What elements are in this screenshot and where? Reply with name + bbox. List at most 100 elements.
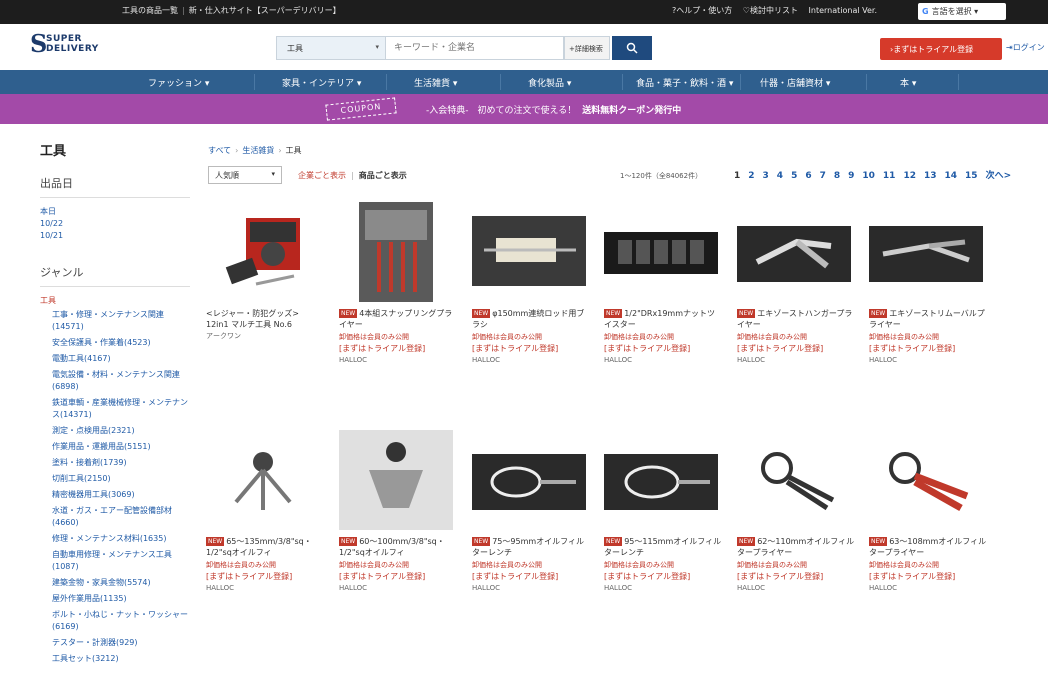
genre-link[interactable]: ボルト・小ねじ・ナット・ワッシャー(6169) [40, 609, 190, 633]
genre-link[interactable]: 作業用品・運搬用品(5151) [40, 441, 190, 453]
next-page-link[interactable]: 次へ> [986, 171, 1012, 181]
product-title[interactable]: NEW 75～95mmオイルフィルターレンチ [472, 536, 590, 558]
page-link[interactable]: 12 [903, 171, 916, 181]
product-title[interactable]: <レジャー・防犯グッズ> 12in1 マルチ工具 No.6 [206, 308, 324, 330]
product-image[interactable] [737, 430, 851, 530]
shop-name[interactable]: HALLOC [604, 583, 722, 594]
genre-link[interactable]: 工事・修理・メンテナンス関連(14571) [40, 309, 190, 333]
genre-link[interactable]: 屋外作業用品(1135) [40, 593, 190, 605]
nav-item-cosmetics[interactable]: 食化製品 ▾ [528, 76, 571, 89]
shop-name[interactable]: HALLOC [869, 583, 987, 594]
language-selector[interactable]: G 言語を選択 ▾ [918, 3, 1006, 20]
nav-item-furniture[interactable]: 家具・インテリア ▾ [282, 76, 361, 89]
product-title[interactable]: NEW エキゾーストリムーバルプライヤー [869, 308, 987, 330]
genre-link[interactable]: 安全保護具・作業着(4523) [40, 337, 190, 349]
product-image[interactable] [604, 202, 718, 302]
wishlist-link[interactable]: ♡検討中リスト [743, 5, 798, 16]
product-card[interactable]: NEW 95～115mmオイルフィルターレンチ 卸価格は会員のみ公開 [まずはトライア… [604, 430, 722, 594]
nav-item-fashion[interactable]: ファッション ▾ [148, 76, 209, 89]
page-link[interactable]: 15 [965, 171, 978, 181]
top-link-tools-list[interactable]: 工具の商品一覧 [122, 5, 178, 16]
trial-register-link[interactable]: [まずはトライアル登録] [737, 571, 855, 582]
help-link[interactable]: ?ヘルプ・使い方 [672, 5, 732, 16]
view-by-product-link[interactable]: 商品ごと表示 [359, 171, 407, 180]
date-filter-item[interactable]: 10/21 [40, 230, 190, 242]
search-button[interactable] [612, 36, 652, 60]
product-image[interactable] [869, 202, 983, 302]
search-category-select[interactable]: 工具 ▾ [276, 36, 386, 60]
product-title[interactable]: NEW 60～100mm/3/8"sq・1/2"sqオイルフィ [339, 536, 457, 558]
page-link[interactable]: 2 [748, 171, 754, 181]
sort-select[interactable]: 人気順 ▾ [208, 166, 282, 184]
trial-register-link[interactable]: [まずはトライアル登録] [206, 571, 324, 582]
genre-link[interactable]: 精密機器用工具(3069) [40, 489, 190, 501]
page-link[interactable]: 10 [862, 171, 875, 181]
product-card[interactable]: NEW 65～135mm/3/8"sq・1/2"sqオイルフィ 卸価格は会員のみ公開… [206, 430, 324, 594]
nav-item-fixtures[interactable]: 什器・店舗資材 ▾ [760, 76, 830, 89]
page-link[interactable]: 8 [834, 171, 840, 181]
product-card[interactable]: NEW φ150mm連続ロッド用ブラシ 卸価格は会員のみ公開 [まずはトライアル登録]… [472, 202, 590, 366]
trial-register-link[interactable]: [まずはトライアル登録] [604, 343, 722, 354]
shop-name[interactable]: HALLOC [737, 355, 855, 366]
genre-link[interactable]: 電動工具(4167) [40, 353, 190, 365]
trial-register-button[interactable]: ›まずはトライアル登録 [880, 38, 1002, 60]
page-link[interactable]: 7 [820, 171, 826, 181]
genre-root-link[interactable]: 工具 [40, 295, 190, 306]
shop-name[interactable]: HALLOC [206, 583, 324, 594]
genre-link[interactable]: 切削工具(2150) [40, 473, 190, 485]
product-card[interactable]: NEW 60～100mm/3/8"sq・1/2"sqオイルフィ 卸価格は会員のみ公開… [339, 430, 457, 594]
genre-link[interactable]: 自動車用修理・メンテナンス工具(1087) [40, 549, 190, 573]
trial-register-link[interactable]: [まずはトライアル登録] [339, 571, 457, 582]
product-image[interactable] [206, 430, 320, 530]
product-title[interactable]: NEW 63～108mmオイルフィルタープライヤー [869, 536, 987, 558]
product-image[interactable] [472, 202, 586, 302]
shop-name[interactable]: アークワン [206, 331, 324, 342]
shop-name[interactable]: HALLOC [737, 583, 855, 594]
product-card[interactable]: NEW 1/2"DRx19mmナットツイスター 卸価格は会員のみ公開 [まずはトライア… [604, 202, 722, 366]
nav-item-household[interactable]: 生活雑貨 ▾ [414, 76, 457, 89]
trial-register-link[interactable]: [まずはトライアル登録] [472, 571, 590, 582]
shop-name[interactable]: HALLOC [339, 583, 457, 594]
genre-link[interactable]: 塗料・接着剤(1739) [40, 457, 190, 469]
product-title[interactable]: NEW 95～115mmオイルフィルターレンチ [604, 536, 722, 558]
shop-name[interactable]: HALLOC [869, 355, 987, 366]
breadcrumb-household[interactable]: 生活雑貨 [242, 146, 274, 155]
genre-link[interactable]: 鉄道車輌・産業機械修理・メンテナンス(14371) [40, 397, 190, 421]
product-image[interactable] [472, 430, 586, 530]
trial-register-link[interactable]: [まずはトライアル登録] [869, 571, 987, 582]
page-link[interactable]: 14 [945, 171, 958, 181]
product-image[interactable] [206, 202, 320, 302]
page-link[interactable]: 6 [805, 171, 811, 181]
product-image[interactable] [339, 202, 453, 302]
trial-register-link[interactable]: [まずはトライアル登録] [339, 343, 457, 354]
product-card[interactable]: NEW 63～108mmオイルフィルタープライヤー 卸価格は会員のみ公開 [まずはトラ… [869, 430, 987, 594]
product-title[interactable]: NEW 1/2"DRx19mmナットツイスター [604, 308, 722, 330]
genre-link[interactable]: 建築金物・家具金物(5574) [40, 577, 190, 589]
nav-item-books[interactable]: 本 ▾ [900, 76, 916, 89]
top-link-site[interactable]: 新・仕入れサイト【スーパーデリバリー】 [189, 5, 341, 16]
product-image[interactable] [604, 430, 718, 530]
view-by-company-link[interactable]: 企業ごと表示 [298, 171, 346, 180]
product-card[interactable]: NEW 75～95mmオイルフィルターレンチ 卸価格は会員のみ公開 [まずはトライアル… [472, 430, 590, 594]
shop-name[interactable]: HALLOC [604, 355, 722, 366]
trial-register-link[interactable]: [まずはトライアル登録] [604, 571, 722, 582]
product-title[interactable]: NEW 65～135mm/3/8"sq・1/2"sqオイルフィ [206, 536, 324, 558]
date-filter-item[interactable]: 10/22 [40, 218, 190, 230]
shop-name[interactable]: HALLOC [339, 355, 457, 366]
product-card[interactable]: NEW エキゾーストリムーバルプライヤー 卸価格は会員のみ公開 [まずはトライアル登録… [869, 202, 987, 366]
product-title[interactable]: NEW エキゾーストハンガープライヤー [737, 308, 855, 330]
site-logo[interactable]: S SUPER DELIVERY [30, 30, 140, 62]
genre-link[interactable]: 測定・点検用品(2321) [40, 425, 190, 437]
page-link[interactable]: 9 [848, 171, 854, 181]
shop-name[interactable]: HALLOC [472, 355, 590, 366]
international-link[interactable]: International Ver. [809, 6, 877, 15]
product-image[interactable] [737, 202, 851, 302]
coupon-banner[interactable]: COUPON -入会特典- 初めての注文で使える！ 送料無料クーポン発行中 [0, 94, 1048, 124]
login-link[interactable]: ⇥ログイン [1006, 42, 1045, 53]
product-card[interactable]: NEW エキゾーストハンガープライヤー 卸価格は会員のみ公開 [まずはトライアル登録]… [737, 202, 855, 366]
genre-link[interactable]: 工具セット(3212) [40, 653, 190, 665]
trial-register-link[interactable]: [まずはトライアル登録] [472, 343, 590, 354]
product-card[interactable]: NEW 4本組スナップリングプライヤー 卸価格は会員のみ公開 [まずはトライアル登録]… [339, 202, 457, 366]
trial-register-link[interactable]: [まずはトライアル登録] [737, 343, 855, 354]
product-card[interactable]: <レジャー・防犯グッズ> 12in1 マルチ工具 No.6 アークワン [206, 202, 324, 342]
